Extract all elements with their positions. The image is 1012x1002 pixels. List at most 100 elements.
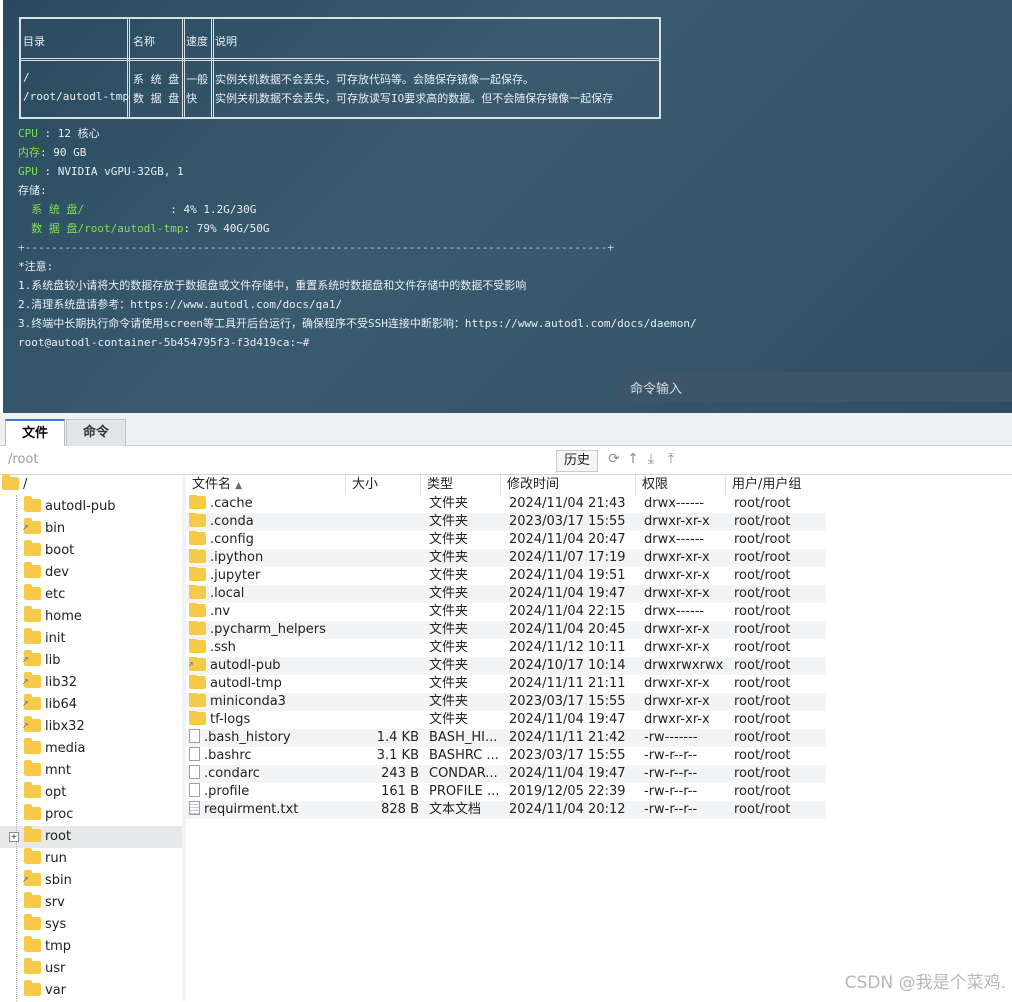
file-owner: root/root xyxy=(734,550,791,565)
file-row[interactable]: autodl-pub 文件夹 2024/10/17 10:14 drwxrwxrwx r… xyxy=(186,657,826,675)
file-mtime: 2024/11/07 17:19 xyxy=(509,550,626,565)
file-size: 828 B xyxy=(381,802,419,817)
file-row[interactable]: .nv 文件夹 2024/11/04 22:15 drwx------ root/roo… xyxy=(186,603,826,621)
separator-line: +---------------------------------------… xyxy=(18,241,615,254)
file-mtime: 2024/10/17 10:14 xyxy=(509,658,626,673)
file-permission: drwxr-xr-x xyxy=(644,622,710,637)
tree-item-root[interactable]: + root xyxy=(9,826,71,848)
file-row[interactable]: .conda 文件夹 2023/03/17 15:55 drwxr-xr-x root/… xyxy=(186,513,826,531)
terminal-panel[interactable]: 目录 名称 速度 说明 / 系 统 盘 一般 实例关机数据不会丢失，可存放代码等… xyxy=(3,0,1012,413)
file-permission: -rw-r--r-- xyxy=(644,748,698,763)
tree-item-run[interactable]: run xyxy=(24,848,67,870)
tab-commands[interactable]: 命令 xyxy=(66,419,126,446)
file-type: 文件夹 xyxy=(429,604,469,619)
tree-item-bin[interactable]: bin xyxy=(22,518,65,540)
download-icon[interactable]: ⤓ xyxy=(643,450,659,468)
column-header-name[interactable]: 文件名 ▲ xyxy=(186,475,346,495)
file-name: .ssh xyxy=(189,639,346,657)
file-row[interactable]: .bash_history 1.4 KB BASH_HI... 2024/11/11 … xyxy=(186,729,826,747)
folder-icon xyxy=(24,892,41,908)
tree-item-libx32[interactable]: libx32 xyxy=(22,716,85,738)
file-row[interactable]: .condarc 243 B CONDAR... 2024/11/04 19:47 -r… xyxy=(186,765,826,783)
tree-item-media[interactable]: media xyxy=(24,738,86,760)
file-row[interactable]: .jupyter 文件夹 2024/11/04 19:51 drwxr-xr-x roo… xyxy=(186,567,826,585)
column-header-size[interactable]: 大小 xyxy=(346,475,421,495)
expand-icon[interactable]: + xyxy=(9,832,19,842)
notice-line: 1.系统盘较小请将大的数据存放于数据盘或文件存储中，重置系统时数据盘和文件存储中… xyxy=(18,279,527,292)
file-owner: root/root xyxy=(734,514,791,529)
file-type: 文件夹 xyxy=(429,658,469,673)
directory-tree[interactable]: / autodl-pub bin boot dev etc home init lib lib3… xyxy=(0,474,183,1002)
tree-item-srv[interactable]: srv xyxy=(24,892,65,914)
file-row[interactable]: .profile 161 B PROFILE ... 2019/12/05 22:39… xyxy=(186,783,826,801)
table-cell: 实例关机数据不会丢失，可存放读写IO要求高的数据。但不会随保存镜像一起保存 xyxy=(215,92,614,105)
tree-item-label: sbin xyxy=(45,873,72,888)
folder-icon xyxy=(24,760,41,776)
file-permission: drwx------ xyxy=(644,496,705,511)
file-row[interactable]: .bashrc 3.1 KB BASHRC ... 2023/03/17 15:55 -… xyxy=(186,747,826,765)
file-list[interactable]: 文件名 ▲ 大小 类型 修改时间 权限 用户/用户组 .cache 文件夹 2024… xyxy=(186,475,1012,1001)
column-header-mtime[interactable]: 修改时间 xyxy=(501,475,636,495)
upload-icon[interactable]: ⤒ xyxy=(663,450,679,468)
folder-icon xyxy=(189,639,206,653)
file-row[interactable]: requirment.txt 828 B 文本文档 2024/11/04 20:12 -… xyxy=(186,801,826,819)
folder-icon xyxy=(24,540,41,556)
table-cell: 快 xyxy=(186,92,197,105)
table-cell: 数 据 盘 xyxy=(133,92,180,105)
tree-item-home[interactable]: home xyxy=(24,606,82,628)
file-mtime: 2024/11/04 20:45 xyxy=(509,622,626,637)
history-button[interactable]: 历史 xyxy=(556,450,598,472)
file-row[interactable]: miniconda3 文件夹 2023/03/17 15:55 drwxr-xr-x r… xyxy=(186,693,826,711)
table-cell: 一般 xyxy=(186,73,208,86)
file-row[interactable]: .ipython 文件夹 2024/11/07 17:19 drwxr-xr-x roo… xyxy=(186,549,826,567)
tree-item-init[interactable]: init xyxy=(24,628,66,650)
file-mtime: 2024/11/11 21:11 xyxy=(509,676,626,691)
column-header-type[interactable]: 类型 xyxy=(421,475,501,495)
tree-item-autodl-pub[interactable]: autodl-pub xyxy=(24,496,116,518)
refresh-icon[interactable]: ⟳ xyxy=(606,450,622,468)
file-name-text: .conda xyxy=(210,514,254,529)
shell-prompt: root@autodl-container-5b454795f3-f3d419c… xyxy=(18,336,310,349)
file-row[interactable]: .pycharm_helpers 文件夹 2024/11/04 20:45 drwxr… xyxy=(186,621,826,639)
file-row[interactable]: .cache 文件夹 2024/11/04 21:43 drwx------ root/… xyxy=(186,495,826,513)
folder-icon xyxy=(189,549,206,563)
tree-item-tmp[interactable]: tmp xyxy=(24,936,71,958)
terminal-table-divider xyxy=(19,58,661,61)
tree-guide-line xyxy=(16,495,17,1001)
file-row[interactable]: .ssh 文件夹 2024/11/12 10:11 drwxr-xr-x root/ro… xyxy=(186,639,826,657)
up-directory-icon[interactable]: ↑ xyxy=(625,450,641,468)
tree-item-lib[interactable]: lib xyxy=(22,650,60,672)
file-icon xyxy=(189,747,200,761)
file-type: 文本文档 xyxy=(429,802,482,817)
tree-item-lib64[interactable]: lib64 xyxy=(22,694,77,716)
tree-item-opt[interactable]: opt xyxy=(24,782,66,804)
folder-icon xyxy=(189,495,206,509)
tree-item-etc[interactable]: etc xyxy=(24,584,65,606)
command-input-bar[interactable]: 命令输入 xyxy=(614,372,1012,402)
file-name-text: .cache xyxy=(210,496,253,511)
tree-root[interactable]: / xyxy=(2,474,27,496)
tree-item-boot[interactable]: boot xyxy=(24,540,74,562)
file-row[interactable]: .local 文件夹 2024/11/04 19:47 drwxr-xr-x root/… xyxy=(186,585,826,603)
tab-files[interactable]: 文件 xyxy=(5,419,65,447)
file-icon xyxy=(189,801,200,815)
path-input[interactable]: /root xyxy=(8,452,38,467)
column-header-permission[interactable]: 权限 xyxy=(636,475,726,495)
file-row[interactable]: tf-logs 文件夹 2024/11/04 19:47 drwxr-xr-x root… xyxy=(186,711,826,729)
tree-item-sbin[interactable]: sbin xyxy=(22,870,72,892)
file-permission: drwxr-xr-x xyxy=(644,640,710,655)
column-header-owner[interactable]: 用户/用户组 xyxy=(726,475,826,495)
tree-item-sys[interactable]: sys xyxy=(24,914,66,936)
file-owner: root/root xyxy=(734,730,791,745)
file-owner: root/root xyxy=(734,622,791,637)
tree-item-mnt[interactable]: mnt xyxy=(24,760,71,782)
tree-item-dev[interactable]: dev xyxy=(24,562,69,584)
folder-icon xyxy=(24,958,41,974)
tree-item-var[interactable]: var xyxy=(24,980,66,1002)
file-name: .profile xyxy=(189,783,346,801)
tree-item-lib32[interactable]: lib32 xyxy=(22,672,77,694)
file-row[interactable]: autodl-tmp 文件夹 2024/11/11 21:11 drwxr-xr-x r… xyxy=(186,675,826,693)
tree-item-proc[interactable]: proc xyxy=(24,804,73,826)
file-row[interactable]: .config 文件夹 2024/11/04 20:47 drwx------ root… xyxy=(186,531,826,549)
tree-item-usr[interactable]: usr xyxy=(24,958,65,980)
